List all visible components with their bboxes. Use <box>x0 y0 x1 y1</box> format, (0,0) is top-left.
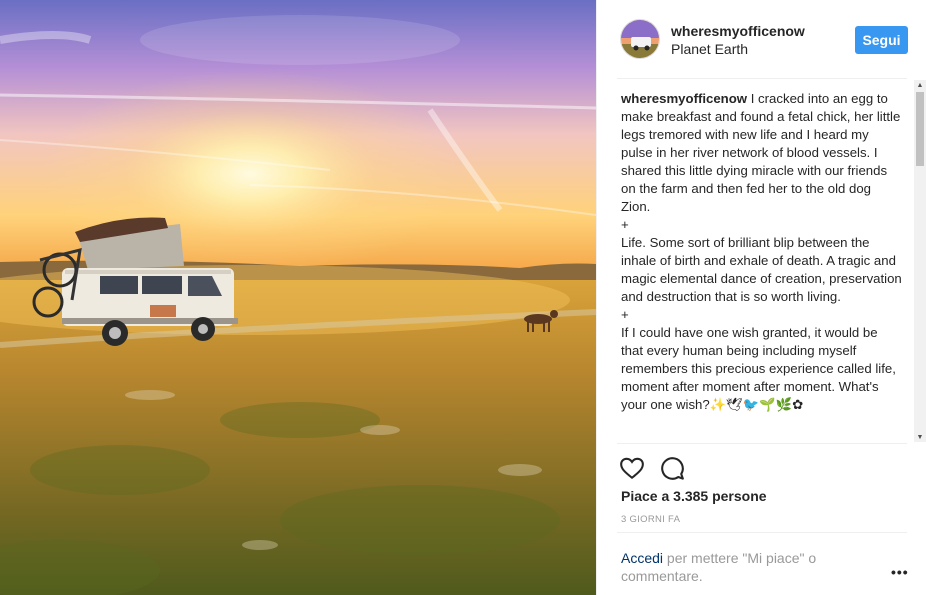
post-photo[interactable] <box>0 0 596 595</box>
caption: wheresmyofficenow I cracked into an egg … <box>621 90 903 438</box>
post-details-panel: wheresmyofficenow Planet Earth Segui whe… <box>596 0 926 595</box>
caption-scrollbar[interactable]: ▲ ▼ <box>914 80 926 442</box>
scrollbar-thumb[interactable] <box>916 92 924 166</box>
caption-separator-1: + <box>621 217 629 232</box>
post-username[interactable]: wheresmyofficenow <box>671 23 805 39</box>
login-link[interactable]: Accedi <box>621 550 663 566</box>
avatar[interactable] <box>620 19 660 59</box>
heart-icon[interactable] <box>619 455 645 481</box>
caption-paragraph-1: wheresmyofficenow I cracked into an egg … <box>621 90 903 216</box>
caption-separator-2: + <box>621 307 629 322</box>
comment-icon[interactable] <box>659 455 685 481</box>
login-prompt: Accedi per mettere "Mi piace" o commenta… <box>621 549 871 585</box>
avatar-image <box>621 20 659 58</box>
likes-count[interactable]: Piace a 3.385 persone <box>621 488 767 504</box>
caption-divider <box>617 443 907 444</box>
post-header: wheresmyofficenow Planet Earth Segui <box>597 0 926 79</box>
sunset-landscape-image <box>0 0 596 595</box>
post-location[interactable]: Planet Earth <box>671 41 748 57</box>
caption-text-3: If I could have one wish granted, it wou… <box>621 325 896 412</box>
follow-button[interactable]: Segui <box>855 26 908 54</box>
caption-username[interactable]: wheresmyofficenow <box>621 91 747 106</box>
caption-text-1: I cracked into an egg to make breakfast … <box>621 91 901 214</box>
caption-text-2: Life. Some sort of brilliant blip betwee… <box>621 235 902 304</box>
post-timestamp[interactable]: 3 GIORNI FA <box>621 514 680 525</box>
header-divider <box>617 78 907 79</box>
footer-divider <box>617 532 907 533</box>
more-options-icon[interactable]: ••• <box>891 565 908 579</box>
scroll-down-icon[interactable]: ▼ <box>914 432 926 442</box>
scroll-up-icon[interactable]: ▲ <box>914 80 926 90</box>
